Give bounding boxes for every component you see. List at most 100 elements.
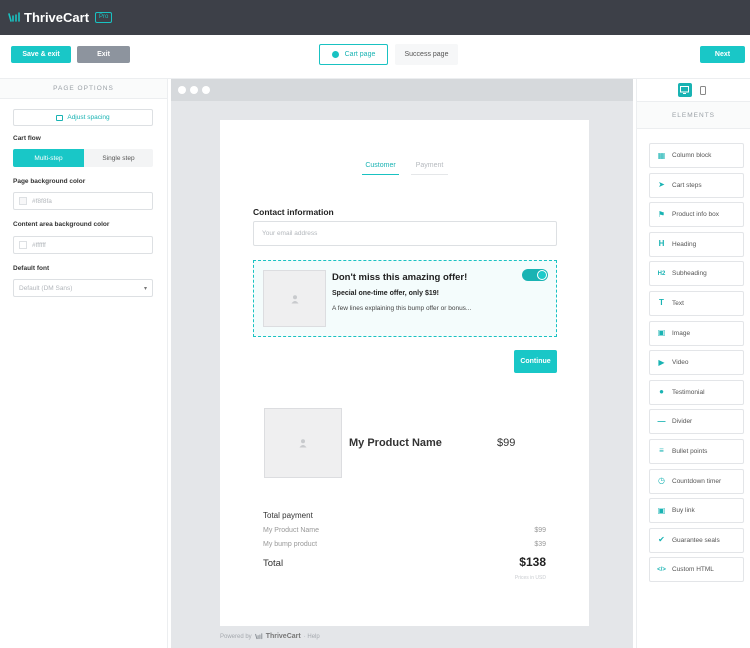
element-countdown-timer[interactable]: ◷ Countdown timer: [649, 468, 744, 494]
heading-icon: H: [658, 239, 665, 249]
element-label: Bullet points: [672, 447, 708, 455]
editor-toolbar: Save & exit Exit Cart page Success page …: [0, 35, 750, 79]
adjust-spacing-button[interactable]: Adjust spacing: [13, 109, 153, 126]
product-image-placeholder: [264, 408, 342, 478]
line-item-name: My Product Name: [263, 527, 320, 534]
image-placeholder-icon: [291, 294, 298, 303]
powered-by-footer: Powered by ThriveCart · Help: [220, 633, 320, 640]
content-bg-color-field[interactable]: #ffffff: [13, 236, 153, 254]
tab-success-page-label: Success page: [404, 51, 449, 58]
element-divider[interactable]: — Divider: [649, 409, 744, 435]
next-button[interactable]: Next: [700, 46, 745, 63]
cart-flow-toggle: Multi-step Single step: [13, 149, 153, 167]
element-label: Subheading: [672, 270, 707, 278]
email-placeholder: Your email address: [262, 230, 318, 237]
columns-icon: ▦: [657, 150, 666, 160]
bump-offer-box[interactable]: Don't miss this amazing offer! Special o…: [253, 260, 557, 337]
element-label: Custom HTML: [672, 566, 714, 574]
element-bullet-points[interactable]: ≡ Bullet points: [649, 438, 744, 464]
toggle-knob: [537, 270, 547, 280]
footer-prefix: Powered by: [220, 633, 252, 640]
mobile-view-button[interactable]: [696, 83, 710, 97]
page-bg-label: Page background color: [13, 178, 86, 185]
elements-title: ELEMENTS: [637, 101, 750, 129]
code-icon: </>: [657, 566, 666, 573]
line-item-name: My bump product: [263, 541, 318, 548]
cart-flow-multi-step[interactable]: Multi-step: [13, 149, 84, 167]
page-options-title: PAGE OPTIONS: [0, 79, 167, 99]
element-product-info-box[interactable]: ⚑ Product info box: [649, 202, 744, 228]
contact-info-heading: Contact information: [253, 207, 334, 217]
editor-canvas: Customer Payment Contact information You…: [171, 79, 633, 648]
cart-steps: Customer Payment: [220, 162, 589, 182]
element-label: Cart steps: [672, 181, 702, 189]
continue-button[interactable]: Continue: [514, 350, 557, 373]
default-font-value: Default (DM Sans): [19, 284, 73, 292]
element-label: Text: [672, 299, 684, 307]
line-item-price: $99: [534, 527, 546, 534]
cart-flow-label: Cart flow: [13, 135, 41, 142]
email-input[interactable]: Your email address: [253, 221, 557, 246]
users-icon: ●: [659, 387, 664, 397]
default-font-label: Default font: [13, 265, 50, 272]
step-customer[interactable]: Customer: [362, 162, 399, 175]
element-text[interactable]: T Text: [649, 290, 744, 316]
element-testimonial[interactable]: ● Testimonial: [649, 379, 744, 405]
bump-subtitle: Special one-time offer, only $19!: [332, 290, 439, 297]
element-label: Guarantee seals: [672, 536, 720, 544]
total-value: $138: [519, 555, 546, 569]
video-icon: ▶: [658, 357, 665, 367]
element-image[interactable]: ▣ Image: [649, 320, 744, 346]
mobile-icon: [699, 85, 706, 95]
tab-success-page[interactable]: Success page: [395, 44, 458, 65]
window-dot-icon: [178, 86, 186, 94]
element-buy-link[interactable]: ▣ Buy link: [649, 498, 744, 524]
thrivecart-logo-icon: [8, 12, 20, 22]
badge-icon: ✔: [658, 535, 665, 545]
cart-page-preview: Customer Payment Contact information You…: [220, 120, 589, 626]
app-logo[interactable]: ThriveCart Pro: [8, 10, 113, 25]
content-bg-value: #ffffff: [32, 241, 46, 249]
line-item-price: $39: [534, 541, 546, 548]
element-custom-html[interactable]: </> Custom HTML: [649, 557, 744, 583]
exit-button[interactable]: Exit: [77, 46, 130, 63]
color-swatch-icon: [19, 241, 27, 249]
adjust-spacing-label: Adjust spacing: [67, 114, 110, 121]
thrivecart-logo-icon: [254, 633, 262, 640]
element-heading[interactable]: H Heading: [649, 231, 744, 257]
steps-icon: ➤: [658, 180, 665, 190]
image-placeholder-icon: [299, 439, 307, 448]
bump-title: Don't miss this amazing offer!: [332, 272, 468, 283]
element-subheading[interactable]: H2 Subheading: [649, 261, 744, 287]
content-bg-label: Content area background color: [13, 221, 110, 228]
bump-toggle[interactable]: [522, 269, 548, 281]
currency-note: Prices in USD: [514, 575, 546, 581]
pro-badge: Pro: [95, 12, 113, 23]
element-guarantee-seals[interactable]: ✔ Guarantee seals: [649, 527, 744, 553]
element-video[interactable]: ▶ Video: [649, 350, 744, 376]
page-bg-color-field[interactable]: #f8f8fa: [13, 192, 153, 210]
tab-cart-page[interactable]: Cart page: [319, 44, 388, 65]
product-name: My Product Name: [349, 437, 442, 449]
text-icon: T: [659, 298, 664, 308]
total-label: Total: [263, 558, 284, 569]
element-column-block[interactable]: ▦ Column block: [649, 143, 744, 168]
element-label: Video: [672, 359, 689, 367]
device-switcher: [637, 79, 750, 101]
element-label: Testimonial: [672, 388, 705, 396]
cart-icon: ▣: [657, 505, 666, 515]
total-payment-label: Total payment: [263, 511, 313, 520]
element-label: Buy link: [672, 507, 695, 515]
clock-icon: ◷: [658, 476, 665, 486]
cart-flow-single-step[interactable]: Single step: [84, 149, 153, 167]
footer-suffix[interactable]: · Help: [304, 634, 320, 640]
page-options-panel: PAGE OPTIONS Adjust spacing Cart flow Mu…: [0, 79, 168, 648]
step-payment[interactable]: Payment: [411, 162, 448, 175]
default-font-select[interactable]: Default (DM Sans) ▾: [13, 279, 153, 297]
element-cart-steps[interactable]: ➤ Cart steps: [649, 172, 744, 198]
save-exit-button[interactable]: Save & exit: [11, 46, 71, 63]
elements-panel: ELEMENTS ▦ Column block ➤ Cart steps ⚑ P…: [636, 79, 750, 648]
flag-icon: ⚑: [657, 209, 666, 219]
product-price: $99: [497, 437, 516, 449]
desktop-view-button[interactable]: [677, 83, 692, 97]
